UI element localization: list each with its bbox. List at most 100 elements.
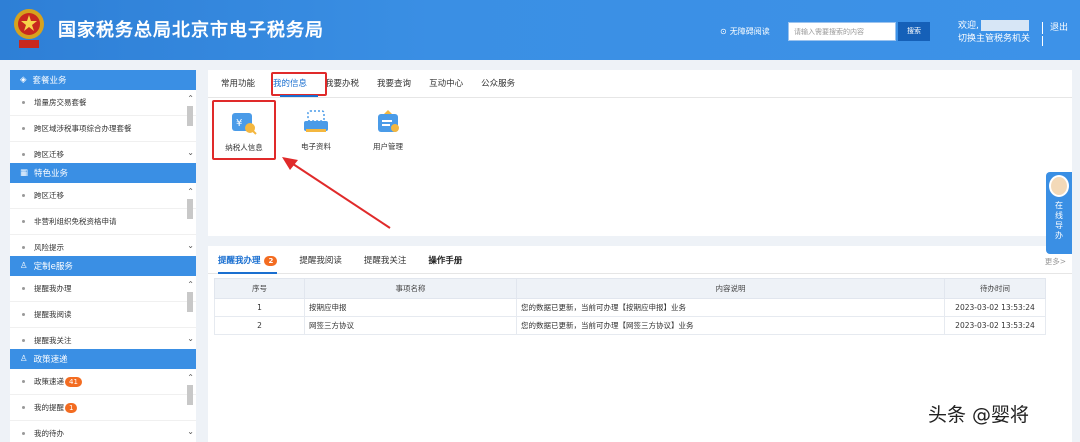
switch-org-link[interactable]: 切换主管税务机关 — [958, 33, 1030, 46]
accessibility-icon: ⊙ — [720, 27, 727, 36]
online-guide-button[interactable]: 在线导办 — [1046, 172, 1072, 254]
tab-query[interactable]: 我要查询 — [368, 70, 420, 97]
bullet-icon — [22, 339, 25, 342]
user-icon: ♙ — [20, 261, 28, 271]
count-badge: 41 — [65, 376, 82, 387]
sidebar-item[interactable]: 提醒我阅读 — [10, 302, 196, 328]
watermark: 头条 @婴将 — [928, 404, 1030, 426]
chevron-up-icon[interactable]: ⌃ — [187, 94, 194, 103]
chevron-down-icon[interactable]: ⌄ — [187, 334, 194, 343]
item-name[interactable]: 按期应申报 — [304, 298, 517, 317]
chevron-down-icon[interactable]: ⌄ — [187, 241, 194, 250]
chevron-down-icon[interactable]: ⌄ — [187, 427, 194, 436]
tax-emblem-icon — [14, 9, 44, 48]
reminder-tabs: 提醒我办理 2 提醒我阅读 提醒我关注 操作手册 更多> — [208, 246, 1072, 274]
tab-remind-follow[interactable]: 提醒我关注 — [364, 246, 407, 274]
scrollbar[interactable]: ⌃ ⌄ — [186, 90, 194, 163]
bullet-icon — [22, 432, 25, 435]
table-row[interactable]: 1 按期应申报 您的数据已更新，当前可办理【按期应申报】业务 2023-03-0… — [214, 298, 1046, 317]
bullet-icon — [22, 153, 25, 156]
active-tab-underline — [280, 95, 318, 97]
scroll-thumb[interactable] — [187, 199, 193, 219]
welcome-area: 欢迎, 切换主管税务机关 — [958, 20, 1030, 46]
search-button[interactable]: 搜索 — [898, 22, 930, 41]
item-time: 2023-03-02 13:53:24 — [944, 316, 1046, 335]
chevron-up-icon[interactable]: ⌃ — [187, 280, 194, 289]
user-management-icon — [378, 110, 399, 132]
taxpayer-info-icon: ¥ — [232, 113, 257, 135]
sidebar: ◈ 套餐业务 增量房交易套餐 跨区域涉税事项综合办理套餐 跨区迁移 ⌃ ⌄ ▦ … — [10, 70, 196, 442]
layers-icon: ◈ — [20, 75, 27, 85]
item-name[interactable]: 网签三方协议 — [304, 316, 517, 335]
top-header: 国家税务总局北京市电子税务局 ⊙ 无障碍阅读 请输入需要搜索的内容 搜索 欢迎,… — [0, 0, 1080, 60]
sidebar-item[interactable]: 我的提醒 1 — [10, 395, 196, 421]
bullet-icon — [22, 287, 25, 290]
row-index: 1 — [214, 298, 305, 317]
sidebar-section-header[interactable]: ◈ 套餐业务 — [10, 70, 196, 90]
tab-remind-handle[interactable]: 提醒我办理 2 — [218, 246, 278, 274]
item-description: 您的数据已更新，当前可办理【网签三方协议】业务 — [516, 316, 945, 335]
welcome-text: 欢迎, — [958, 21, 979, 31]
sidebar-item[interactable]: 跨区迁移 — [10, 183, 196, 209]
bullet-icon — [22, 127, 25, 130]
divider — [1042, 22, 1043, 34]
sidebar-section-header[interactable]: ▦ 特色业务 — [10, 163, 196, 183]
bullet-icon — [22, 406, 25, 409]
divider — [1042, 36, 1043, 46]
sidebar-list: 提醒我办理 提醒我阅读 提醒我关注 ⌃ ⌄ — [10, 276, 196, 349]
sidebar-section-header[interactable]: ♙ 政策速递 — [10, 349, 196, 369]
tab-common[interactable]: 常用功能 — [212, 70, 264, 97]
count-badge: 2 — [264, 255, 278, 266]
column-header: 序号 — [214, 278, 305, 299]
sidebar-item[interactable]: 增量房交易套餐 — [10, 90, 196, 116]
sidebar-item[interactable]: 提醒我关注 — [10, 328, 196, 349]
scrollbar[interactable]: ⌃ ⌄ — [186, 276, 194, 349]
tab-highlight-box — [271, 72, 327, 96]
more-link[interactable]: 更多> — [1045, 256, 1066, 267]
e-document-icon — [304, 110, 328, 132]
scroll-thumb[interactable] — [187, 106, 193, 126]
bullet-icon — [22, 101, 25, 104]
guide-avatar-icon — [1049, 175, 1069, 197]
bullet-icon — [22, 220, 25, 223]
scroll-thumb[interactable] — [187, 385, 193, 405]
chevron-down-icon[interactable]: ⌄ — [187, 148, 194, 157]
sidebar-item[interactable]: 我的待办 — [10, 421, 196, 442]
bullet-icon — [22, 194, 25, 197]
sidebar-section-header[interactable]: ♙ 定制e服务 — [10, 256, 196, 276]
username-mask — [980, 20, 1029, 31]
table-row[interactable]: 2 网签三方协议 您的数据已更新，当前可办理【网签三方协议】业务 2023-03… — [214, 316, 1046, 335]
tab-interaction[interactable]: 互动中心 — [420, 70, 472, 97]
svg-text:¥: ¥ — [236, 118, 242, 129]
e-document-button[interactable]: 电子资料 — [284, 106, 348, 154]
bullet-icon — [22, 313, 25, 316]
taxpayer-info-button[interactable]: ¥ 纳税人信息 — [212, 100, 276, 160]
logout-link[interactable]: 退出 — [1050, 20, 1068, 33]
column-header: 待办时间 — [944, 278, 1046, 299]
tab-remind-read[interactable]: 提醒我阅读 — [299, 246, 342, 274]
scrollbar[interactable]: ⌃ ⌄ — [186, 369, 194, 442]
scrollbar[interactable]: ⌃ ⌄ — [186, 183, 194, 256]
grid-icon: ▦ — [20, 168, 29, 178]
tab-public-service[interactable]: 公众服务 — [472, 70, 524, 97]
row-index: 2 — [214, 316, 305, 335]
main-tabs: 常用功能 我的信息 我要办税 我要查询 互动中心 公众服务 — [208, 70, 1072, 98]
sidebar-item[interactable]: 提醒我办理 — [10, 276, 196, 302]
sidebar-item[interactable]: 跨区域涉税事项综合办理套餐 — [10, 116, 196, 142]
chevron-up-icon[interactable]: ⌃ — [187, 187, 194, 196]
chevron-up-icon[interactable]: ⌃ — [187, 373, 194, 382]
accessibility-link[interactable]: ⊙ 无障碍阅读 — [720, 26, 770, 37]
scroll-thumb[interactable] — [187, 292, 193, 312]
sidebar-list: 政策速递 41 我的提醒 1 我的待办 ⌃ ⌄ — [10, 369, 196, 442]
sidebar-item[interactable]: 政策速递 41 — [10, 369, 196, 395]
sidebar-item[interactable]: 非营利组织免税资格申请 — [10, 209, 196, 235]
item-time: 2023-03-02 13:53:24 — [944, 298, 1046, 317]
annotation-arrow — [282, 157, 391, 229]
sidebar-item[interactable]: 风险提示 — [10, 235, 196, 256]
search-input[interactable]: 请输入需要搜索的内容 — [788, 22, 896, 41]
tab-manual[interactable]: 操作手册 — [428, 246, 462, 274]
sidebar-item[interactable]: 跨区迁移 — [10, 142, 196, 163]
reminder-table: 序号 事项名称 内容说明 待办时间 1 按期应申报 您的数据已更新，当前可办理【… — [214, 278, 1046, 335]
user-management-button[interactable]: 用户管理 — [356, 106, 420, 154]
column-header: 事项名称 — [304, 278, 517, 299]
